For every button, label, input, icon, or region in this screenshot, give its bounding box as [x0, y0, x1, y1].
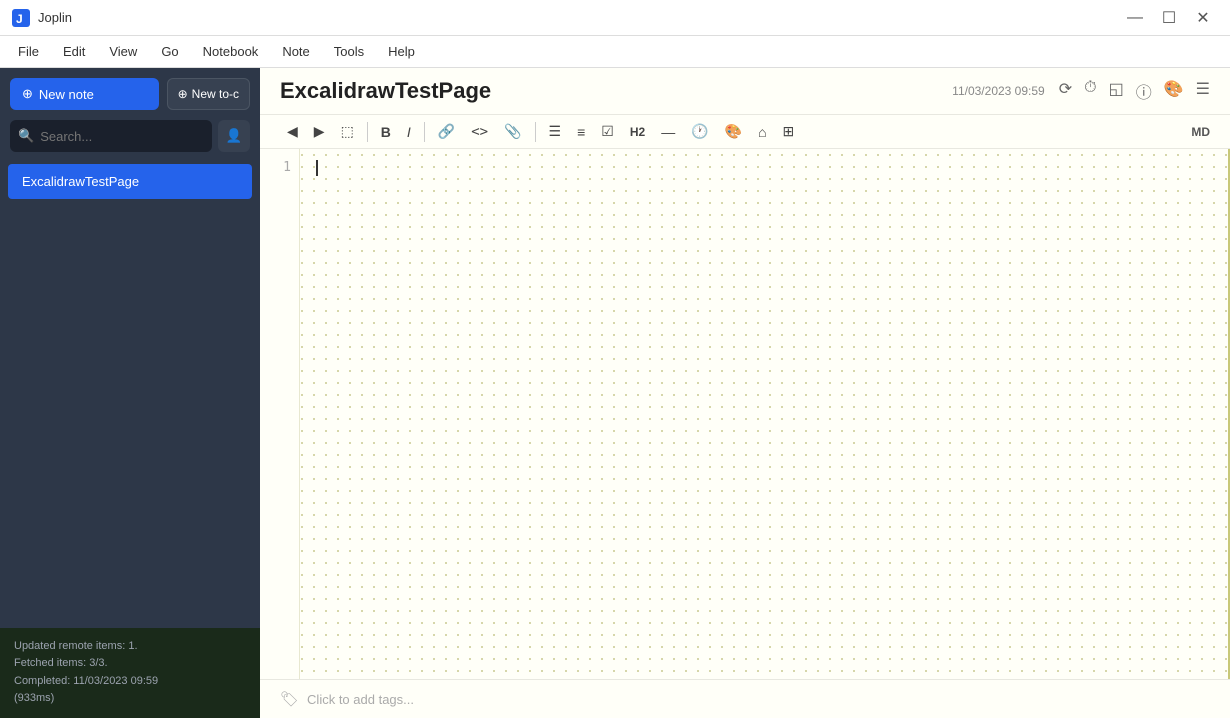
app-logo: J [12, 9, 30, 27]
menu-go[interactable]: Go [151, 40, 188, 63]
status-line-1: Updated remote items: 1. [14, 638, 246, 656]
bullet-list-button[interactable]: ☰ [542, 119, 569, 144]
title-bar-left: J Joplin [12, 9, 72, 27]
editor-content[interactable] [300, 149, 1228, 679]
theme-icon[interactable]: 🎨 [1164, 79, 1184, 103]
note-item[interactable]: ExcalidrawTestPage [8, 164, 252, 199]
main-layout: ⊕ New note ⊕ New to-c 🔍 👤 ExcalidrawTest… [0, 68, 1230, 718]
title-bar: J Joplin — ☐ ✕ [0, 0, 1230, 36]
heading-button[interactable]: H2 [623, 121, 652, 143]
menu-edit[interactable]: Edit [53, 40, 95, 63]
editor-toolbar: ◀ ▶ ⬚ B I 🔗 <> 📎 ☰ ≡ ☑ H2 — 🕐 🎨 ⌂ ⊞ MD [260, 115, 1230, 149]
text-cursor [316, 160, 318, 176]
code-inline-button[interactable]: <> [464, 120, 495, 144]
new-todo-button[interactable]: ⊕ New to-c [167, 78, 250, 110]
minimize-button[interactable]: — [1120, 3, 1150, 33]
circle-plus-icon: ⊕ [22, 86, 33, 102]
editor-header: ExcalidrawTestPage 11/03/2023 09:59 ⟳ ⏱ … [260, 68, 1230, 115]
numbered-list-button[interactable]: ≡ [570, 120, 592, 144]
menu-tools[interactable]: Tools [324, 40, 374, 63]
maximize-button[interactable]: ☐ [1154, 3, 1184, 33]
window-controls: — ☐ ✕ [1120, 3, 1218, 33]
new-note-button[interactable]: ⊕ New note [10, 78, 159, 110]
insert-time-button[interactable]: 🕐 [684, 119, 715, 144]
new-note-label: New note [39, 87, 94, 102]
sidebar-status: Updated remote items: 1. Fetched items: … [0, 628, 260, 718]
tag-placeholder[interactable]: Click to add tags... [307, 692, 414, 707]
note-item-title: ExcalidrawTestPage [22, 174, 238, 189]
options-icon[interactable]: ☰ [1196, 79, 1210, 103]
insert-table-button[interactable]: ⊞ [776, 119, 802, 144]
sidebar-search: 🔍 👤 [0, 120, 260, 160]
menu-notebook[interactable]: Notebook [193, 40, 269, 63]
toolbar-separator-2 [424, 122, 425, 142]
menu-note[interactable]: Note [272, 40, 319, 63]
sync-icon[interactable]: ⟳ [1059, 79, 1072, 103]
new-todo-label: New to-c [192, 87, 239, 101]
app-title: Joplin [38, 10, 72, 25]
status-line-3: Completed: 11/03/2023 09:59 [14, 673, 246, 691]
search-sort-button[interactable]: 👤 [218, 120, 250, 152]
palette-button[interactable]: 🎨 [718, 119, 749, 144]
bold-button[interactable]: B [374, 120, 398, 144]
menu-view[interactable]: View [99, 40, 147, 63]
info-icon[interactable]: ⓘ [1136, 79, 1152, 103]
back-button[interactable]: ◀ [280, 119, 305, 144]
editor-body[interactable]: 1 [260, 149, 1230, 679]
editor-meta: 11/03/2023 09:59 ⟳ ⏱ ◱ ⓘ 🎨 ☰ [952, 79, 1210, 103]
toolbar-separator-3 [535, 122, 536, 142]
italic-button[interactable]: I [400, 120, 418, 144]
status-line-2: Fetched items: 3/3. [14, 655, 246, 673]
menu-file[interactable]: File [8, 40, 49, 63]
attach-button[interactable]: 📎 [497, 119, 528, 144]
circle-check-icon: ⊕ [178, 87, 188, 101]
layout-icon[interactable]: ◱ [1109, 79, 1124, 103]
menu-bar: File Edit View Go Notebook Note Tools He… [0, 36, 1230, 68]
meta-icons: ⟳ ⏱ ◱ ⓘ 🎨 ☰ [1059, 79, 1210, 103]
toolbar-separator-1 [367, 122, 368, 142]
note-timestamp: 11/03/2023 09:59 [952, 84, 1045, 98]
link-button[interactable]: 🔗 [431, 119, 462, 144]
note-title: ExcalidrawTestPage [280, 78, 491, 104]
editor-mode-label: MD [1191, 125, 1210, 139]
search-input[interactable] [40, 129, 204, 144]
checkbox-button[interactable]: ☑ [594, 119, 621, 144]
sidebar-top-actions: ⊕ New note ⊕ New to-c [0, 68, 260, 120]
cursor-line [316, 157, 1212, 179]
tag-bar[interactable]: 🏷 Click to add tags... [260, 679, 1230, 718]
menu-help[interactable]: Help [378, 40, 425, 63]
note-list: ExcalidrawTestPage [0, 160, 260, 628]
home-button[interactable]: ⌂ [751, 120, 773, 144]
toggle-external-button[interactable]: ⬚ [334, 119, 361, 144]
line-number-1: 1 [260, 157, 299, 179]
search-icon: 🔍 [18, 128, 34, 144]
editor-area: ExcalidrawTestPage 11/03/2023 09:59 ⟳ ⏱ … [260, 68, 1230, 718]
tag-icon: 🏷 [280, 690, 299, 708]
rule-button[interactable]: — [654, 120, 682, 144]
line-numbers: 1 [260, 149, 300, 679]
sort-icon: 👤 [226, 128, 243, 144]
search-input-wrap[interactable]: 🔍 [10, 120, 212, 152]
sidebar: ⊕ New note ⊕ New to-c 🔍 👤 ExcalidrawTest… [0, 68, 260, 718]
alarm-icon[interactable]: ⏱ [1084, 79, 1096, 103]
svg-text:J: J [16, 12, 23, 26]
close-button[interactable]: ✕ [1188, 3, 1218, 33]
forward-button[interactable]: ▶ [307, 119, 332, 144]
status-line-4: (933ms) [14, 690, 246, 708]
